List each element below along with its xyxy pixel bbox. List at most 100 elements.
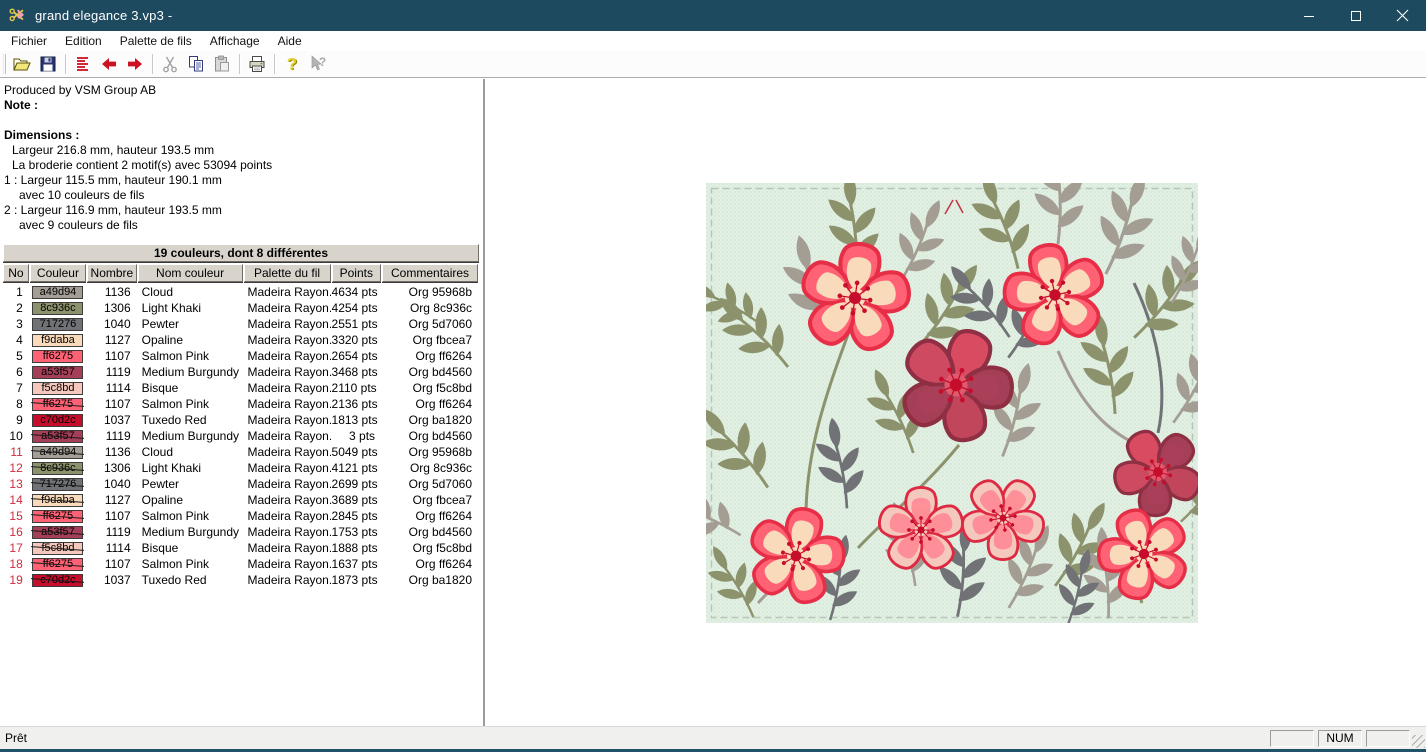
- column-header-palette-du-fil[interactable]: Palette du fil: [244, 264, 331, 282]
- color-name: Pewter: [138, 476, 243, 492]
- column-header-couleur[interactable]: Couleur: [30, 264, 86, 282]
- color-row[interactable]: 128c936c1306Light KhakiMadeira Rayon...4…: [3, 460, 479, 476]
- color-cell: f5c8bd: [30, 380, 86, 396]
- resize-grip[interactable]: [1412, 735, 1425, 748]
- thread-number: 1119: [87, 428, 137, 444]
- context-help-button: ?: [305, 53, 331, 76]
- color-name: Bisque: [138, 540, 243, 556]
- close-button[interactable]: [1379, 0, 1426, 31]
- info-line: avec 9 couleurs de fils: [4, 218, 477, 233]
- color-row[interactable]: 6a53f571119Medium BurgundyMadeira Rayon.…: [3, 364, 479, 380]
- next-color-button[interactable]: [122, 53, 148, 76]
- thread-palette: Madeira Rayon...: [243, 332, 330, 348]
- column-header-no[interactable]: No: [3, 264, 29, 282]
- color-cell: c70d2c: [30, 412, 86, 428]
- color-row[interactable]: 15ff62751107Salmon PinkMadeira Rayon...2…: [3, 508, 479, 524]
- color-swatch: a53f57: [32, 430, 83, 443]
- comment: Org bd4560: [382, 428, 478, 444]
- color-swatch: f9daba: [32, 494, 83, 507]
- color-row[interactable]: 10a53f571119Medium BurgundyMadeira Rayon…: [3, 428, 479, 444]
- color-swatch: ff6275: [32, 398, 83, 411]
- color-row[interactable]: 11a49d941136CloudMadeira Rayon...5049 pt…: [3, 444, 479, 460]
- column-header-nombre[interactable]: Nombre: [87, 264, 136, 282]
- color-swatch: 8c936c: [32, 302, 83, 315]
- context-help-icon: ?: [308, 54, 328, 74]
- thread-number: 1037: [87, 412, 137, 428]
- status-cell-num: NUM: [1318, 730, 1362, 747]
- color-swatch: a49d94: [32, 446, 83, 459]
- color-name: Bisque: [138, 380, 243, 396]
- comment: Org f5c8bd: [382, 540, 478, 556]
- stitch-count: 3689 pts: [332, 492, 382, 508]
- menu-affichage[interactable]: Affichage: [201, 31, 269, 51]
- color-row[interactable]: 1a49d941136CloudMadeira Rayon...4634 pts…: [3, 284, 479, 300]
- thread-number: 1107: [87, 348, 137, 364]
- thread-number: 1107: [87, 396, 137, 412]
- title-bar[interactable]: grand elegance 3.vp3 -: [0, 0, 1426, 31]
- color-row[interactable]: 16a53f571119Medium BurgundyMadeira Rayon…: [3, 524, 479, 540]
- menu-bar: FichierEditionPalette de filsAffichageAi…: [0, 31, 1426, 51]
- stitch-count: 1637 pts: [332, 556, 382, 572]
- copy-button[interactable]: [183, 53, 209, 76]
- column-header-commentaires[interactable]: Commentaires: [382, 264, 478, 282]
- color-row[interactable]: 9c70d2c1037Tuxedo RedMadeira Rayon...181…: [3, 412, 479, 428]
- color-row[interactable]: 19c70d2c1037Tuxedo RedMadeira Rayon...18…: [3, 572, 479, 588]
- thread-palette: Madeira Rayon...: [243, 524, 330, 540]
- row-number: 3: [3, 316, 29, 332]
- thread-palette: Madeira Rayon...: [243, 428, 330, 444]
- color-row[interactable]: 137172761040PewterMadeira Rayon...2699 p…: [3, 476, 479, 492]
- thread-palette: Madeira Rayon...: [243, 572, 330, 588]
- color-cell: 8c936c: [30, 300, 86, 316]
- svg-text:?: ?: [319, 55, 326, 69]
- column-header-points[interactable]: Points: [332, 264, 381, 282]
- color-row[interactable]: 17f5c8bd1114BisqueMadeira Rayon...1888 p…: [3, 540, 479, 556]
- summary-panel: Produced by VSM Group ABNote : Dimension…: [0, 79, 485, 726]
- color-swatch: 717276: [32, 478, 83, 491]
- comment: Org bd4560: [382, 524, 478, 540]
- toolbar-separator: [65, 54, 66, 74]
- save-button[interactable]: [35, 53, 61, 76]
- row-number: 18: [3, 556, 29, 572]
- menu-palette-de-fils[interactable]: Palette de fils: [111, 31, 201, 51]
- color-row[interactable]: 28c936c1306Light KhakiMadeira Rayon...42…: [3, 300, 479, 316]
- color-cell: ff6275: [30, 556, 86, 572]
- stitch-count: 1873 pts: [332, 572, 382, 588]
- close-icon: [1396, 9, 1409, 22]
- arrow-right-icon: [125, 54, 145, 74]
- color-swatch: 717276: [32, 318, 83, 331]
- color-cell: a49d94: [30, 444, 86, 460]
- content-area: Produced by VSM Group ABNote : Dimension…: [0, 79, 1426, 726]
- color-cell: ff6275: [30, 348, 86, 364]
- color-row[interactable]: 8ff62751107Salmon PinkMadeira Rayon...21…: [3, 396, 479, 412]
- info-line: [4, 113, 477, 128]
- print-button[interactable]: [244, 53, 270, 76]
- column-header-nom-couleur[interactable]: Nom couleur: [138, 264, 243, 282]
- help-button[interactable]: ? ?: [279, 53, 305, 76]
- previous-color-button[interactable]: [96, 53, 122, 76]
- embroidery-design: [706, 183, 1198, 623]
- color-name: Salmon Pink: [138, 556, 243, 572]
- color-row[interactable]: 14f9daba1127OpalineMadeira Rayon...3689 …: [3, 492, 479, 508]
- color-row[interactable]: 18ff62751107Salmon PinkMadeira Rayon...1…: [3, 556, 479, 572]
- comment: Org 95968b: [382, 444, 478, 460]
- menu-aide[interactable]: Aide: [269, 31, 311, 51]
- maximize-button[interactable]: [1332, 0, 1379, 31]
- stitch-list-button[interactable]: [70, 53, 96, 76]
- arrow-left-icon: [99, 54, 119, 74]
- color-row[interactable]: 37172761040PewterMadeira Rayon...2551 pt…: [3, 316, 479, 332]
- window-title: grand elegance 3.vp3 -: [35, 8, 172, 23]
- minimize-button[interactable]: [1285, 0, 1332, 31]
- color-row[interactable]: 7f5c8bd1114BisqueMadeira Rayon...2110 pt…: [3, 380, 479, 396]
- thread-palette: Madeira Rayon...: [243, 396, 330, 412]
- color-cell: 717276: [30, 316, 86, 332]
- color-row[interactable]: 5ff62751107Salmon PinkMadeira Rayon...26…: [3, 348, 479, 364]
- toolbar-grip[interactable]: [3, 54, 6, 74]
- stitch-count: 4121 pts: [332, 460, 382, 476]
- menu-fichier[interactable]: Fichier: [0, 31, 56, 51]
- thread-number: 1114: [87, 380, 137, 396]
- color-row[interactable]: 4f9daba1127OpalineMadeira Rayon...3320 p…: [3, 332, 479, 348]
- menu-edition[interactable]: Edition: [56, 31, 111, 51]
- status-cell-empty: [1366, 730, 1410, 747]
- cut-button: [157, 53, 183, 76]
- open-button[interactable]: [9, 53, 35, 76]
